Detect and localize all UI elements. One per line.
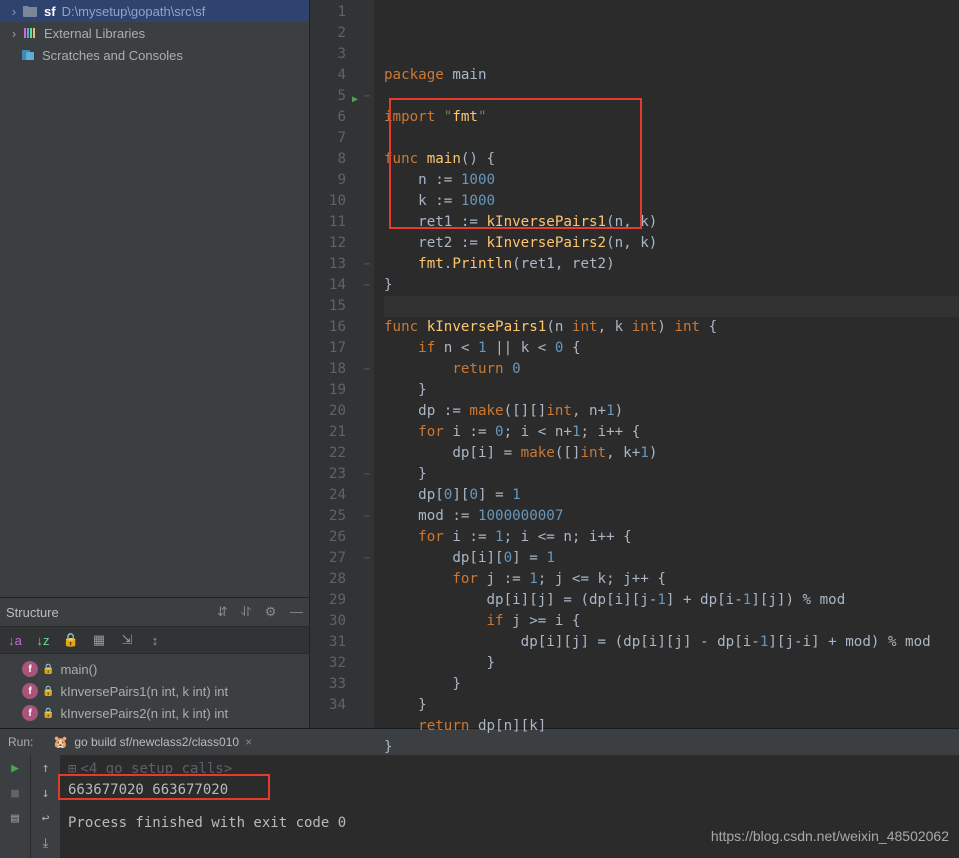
lock-icon: 🔒 [42,664,54,675]
structure-toolbar: ↓a ↓z 🔒 ▦ ⇲ ↕ [0,626,309,654]
structure-item-kinverse1[interactable]: f 🔒 kInversePairs1(n int, k int) int [0,680,309,702]
rerun-button[interactable]: ▶ [11,761,19,776]
code-editor[interactable]: 1234▶56789101112131415161718192021222324… [310,0,959,728]
filter-lock-button[interactable]: 🔒 [62,631,80,649]
code-area[interactable]: package main import "fmt" func main() { … [374,0,959,728]
run-setup-line: <4 go setup calls> [80,759,232,780]
hide-panel-icon[interactable]: — [290,604,303,619]
structure-header: Structure ⇵ ⥯ ⚙ — [0,598,309,626]
arrow-down-icon[interactable]: ↓ [42,786,50,801]
function-badge-icon: f [22,661,38,677]
project-root-path: D:\mysetup\gopath\src\sf [62,4,206,19]
external-libraries-node[interactable]: › External Libraries [0,22,309,44]
chevron-right-icon[interactable]: › [8,26,20,41]
structure-item-label: kInversePairs1(n int, k int) int [60,684,228,699]
close-icon[interactable]: × [245,735,252,749]
scratches-icon [20,47,36,63]
settings-gear-icon[interactable]: ⚙ [265,604,277,619]
library-icon [22,25,38,41]
structure-panel: Structure ⇵ ⥯ ⚙ — ↓a ↓z 🔒 ▦ ⇲ ↕ f 🔒 [0,597,309,728]
external-libraries-label: External Libraries [44,26,145,41]
line-number-gutter[interactable]: 1234▶56789101112131415161718192021222324… [310,0,360,728]
filter-field-button[interactable]: ▦ [90,631,108,649]
scratches-node[interactable]: Scratches and Consoles [0,44,309,66]
run-toolbar-left: ▶ ■ ▤ [0,755,30,858]
collapse-all-icon[interactable]: ⥯ [241,604,251,619]
project-root-node[interactable]: › sf D:\mysetup\gopath\src\sf [0,0,309,22]
expand-marker-icon[interactable]: ⊞ [68,759,76,780]
chevron-right-icon[interactable]: › [8,4,20,19]
run-output-line: 663677020 663677020 [68,780,951,801]
sort-alpha-button[interactable]: ↓a [6,631,24,649]
lock-icon: 🔒 [42,708,54,719]
run-toolbar-second: ↑ ↓ ↩ ⤓ [30,755,60,858]
structure-item-main[interactable]: f 🔒 main() [0,658,309,680]
function-badge-icon: f [22,683,38,699]
structure-item-label: kInversePairs2(n int, k int) int [60,706,228,721]
run-label: Run: [8,735,33,749]
run-finished-line: Process finished with exit code 0 [68,813,951,834]
folder-icon [22,3,38,19]
project-root-label: sf [44,4,56,19]
run-output[interactable]: ⊞<4 go setup calls> 663677020 663677020 … [60,755,959,858]
expand-all-icon[interactable]: ⇵ [217,604,228,619]
autoscroll-button[interactable]: ↕ [146,631,164,649]
structure-list: f 🔒 main() f 🔒 kInversePairs1(n int, k i… [0,654,309,728]
scroll-to-end-button[interactable]: ⤓ [43,836,49,851]
structure-item-kinverse2[interactable]: f 🔒 kInversePairs2(n int, k int) int [0,702,309,724]
project-tree: › sf D:\mysetup\gopath\src\sf › External… [0,0,309,597]
structure-item-label: main() [60,662,97,677]
run-tab-label: go build sf/newclass2/class010 [74,735,239,749]
structure-title: Structure [6,605,207,620]
run-tab[interactable]: 🐹 go build sf/newclass2/class010 × [47,733,258,751]
stop-button[interactable]: ■ [11,786,19,801]
lock-icon: 🔒 [42,686,54,697]
scratches-label: Scratches and Consoles [42,48,183,63]
soft-wrap-button[interactable]: ↩ [42,811,50,826]
layout-button[interactable]: ▤ [11,811,19,826]
left-column: › sf D:\mysetup\gopath\src\sf › External… [0,0,310,728]
arrow-up-icon[interactable]: ↑ [42,761,50,776]
fold-column[interactable]: −−−−−−− [360,0,374,728]
go-file-icon: 🐹 [53,735,68,749]
function-badge-icon: f [22,705,38,721]
sort-visibility-button[interactable]: ↓z [34,631,52,649]
navigate-button[interactable]: ⇲ [118,631,136,649]
